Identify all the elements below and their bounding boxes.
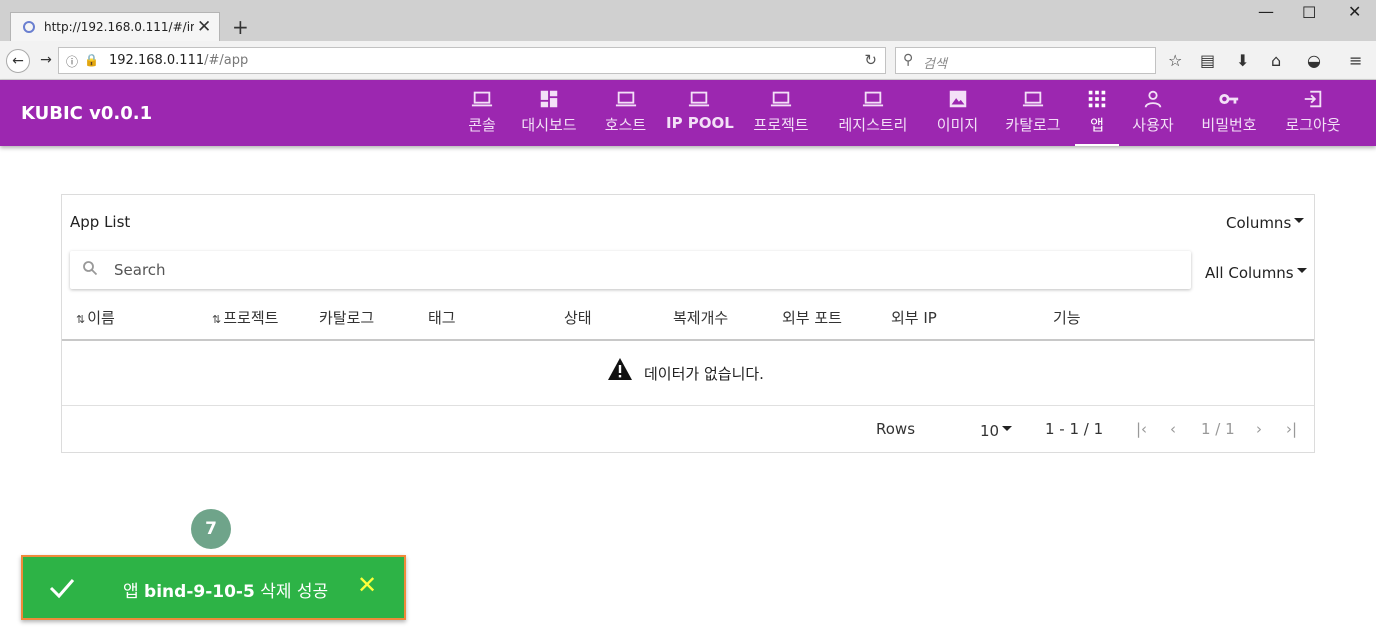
success-toast: 앱 bind-9-10-5 삭제 성공 ✕ bbox=[21, 555, 406, 620]
sort-icon: ⇅ bbox=[212, 313, 222, 326]
check-icon bbox=[49, 579, 75, 599]
search-field[interactable] bbox=[70, 251, 1191, 289]
warning-icon bbox=[608, 358, 632, 380]
first-page-icon[interactable]: |‹ bbox=[1136, 420, 1147, 438]
laptop-icon bbox=[862, 91, 884, 107]
column-header-replicas[interactable]: 복제개수 bbox=[673, 307, 728, 328]
app-brand: KUBIC v0.0.1 bbox=[21, 103, 153, 124]
menu-console[interactable]: 콘솔 bbox=[462, 88, 502, 140]
caret-down-icon bbox=[1294, 218, 1305, 223]
forward-arrow-icon[interactable]: → bbox=[34, 49, 58, 73]
hamburger-menu-icon[interactable]: ≡ bbox=[1349, 51, 1362, 70]
pocket-icon[interactable]: ◒ bbox=[1307, 51, 1321, 70]
search-scope-dropdown[interactable]: All Columns bbox=[1205, 264, 1307, 282]
window-close-icon[interactable]: ✕ bbox=[1348, 2, 1361, 21]
tab-close-icon[interactable]: ✕ bbox=[197, 17, 211, 37]
search-icon bbox=[83, 261, 98, 276]
menu-dashboard[interactable]: 대시보드 bbox=[514, 88, 584, 140]
dashboard-icon bbox=[540, 90, 558, 108]
rows-label: Rows bbox=[876, 420, 916, 438]
browser-search-placeholder: 검색 bbox=[923, 57, 947, 72]
caret-down-icon bbox=[1296, 268, 1307, 273]
home-icon[interactable]: ⌂ bbox=[1271, 51, 1281, 70]
step-badge: 7 bbox=[191, 509, 231, 549]
column-header-external-port[interactable]: 외부 포트 bbox=[782, 307, 842, 328]
page-range: 1 - 1 / 1 bbox=[1045, 420, 1104, 438]
image-icon bbox=[949, 90, 966, 108]
bookmark-star-icon[interactable]: ☆ bbox=[1168, 51, 1182, 70]
browser-navbar: ← → ⓘ 🔒 192.168.0.111/#/app ↻ ⚲ 검색 ☆ ▤ ⬇… bbox=[0, 41, 1376, 80]
column-header-actions[interactable]: 기능 bbox=[1053, 307, 1081, 328]
card-title: App List bbox=[70, 213, 131, 231]
back-arrow-icon[interactable]: ← bbox=[6, 49, 30, 73]
minimize-icon[interactable]: — bbox=[1258, 2, 1274, 21]
column-header-status[interactable]: 상태 bbox=[564, 307, 592, 328]
key-icon bbox=[1219, 93, 1239, 105]
search-icon: ⚲ bbox=[903, 52, 914, 68]
app-header: KUBIC v0.0.1 콘솔 대시보드 호스트 IP POOL 프로젝트 레지… bbox=[0, 80, 1376, 146]
menu-image[interactable]: 이미지 bbox=[930, 88, 985, 140]
screen: http://192.168.0.111/#/imag ✕ + — ☐ ✕ ← … bbox=[0, 0, 1376, 627]
browser-search-box[interactable]: ⚲ 검색 bbox=[895, 47, 1156, 74]
active-tab-underline bbox=[1075, 144, 1119, 146]
column-header-name[interactable]: ⇅ 이름 bbox=[76, 307, 115, 328]
menu-password[interactable]: 비밀번호 bbox=[1193, 88, 1265, 140]
toast-close-icon[interactable]: ✕ bbox=[357, 571, 377, 599]
favicon-icon bbox=[23, 21, 35, 33]
laptop-icon bbox=[615, 91, 636, 107]
column-header-catalog[interactable]: 카탈로그 bbox=[319, 307, 374, 328]
reload-icon[interactable]: ↻ bbox=[864, 51, 877, 69]
column-header-tag[interactable]: 태그 bbox=[428, 307, 456, 328]
menu-host[interactable]: 호스트 bbox=[598, 88, 653, 140]
tab-title: http://192.168.0.111/#/imag bbox=[44, 20, 194, 34]
logout-icon bbox=[1304, 90, 1322, 108]
menu-app[interactable]: 앱 bbox=[1075, 88, 1119, 146]
empty-state-message: 데이터가 없습니다. bbox=[644, 365, 764, 383]
browser-tab-strip: http://192.168.0.111/#/imag ✕ + — ☐ ✕ bbox=[0, 0, 1376, 41]
page-indicator: 1 / 1 bbox=[1201, 420, 1235, 438]
download-icon[interactable]: ⬇ bbox=[1236, 51, 1249, 70]
menu-ip-pool[interactable]: IP POOL bbox=[666, 88, 734, 140]
menu-logout[interactable]: 로그아웃 bbox=[1277, 88, 1349, 140]
columns-dropdown[interactable]: Columns bbox=[1226, 214, 1305, 232]
menu-user[interactable]: 사용자 bbox=[1127, 88, 1179, 140]
laptop-icon bbox=[688, 91, 710, 107]
caret-down-icon bbox=[1002, 426, 1013, 431]
insecure-lock-icon: 🔒 bbox=[84, 53, 99, 67]
person-icon bbox=[1144, 90, 1162, 108]
menu-catalog[interactable]: 카탈로그 bbox=[997, 88, 1069, 140]
site-info-icon[interactable]: ⓘ bbox=[66, 53, 78, 70]
browser-tab[interactable]: http://192.168.0.111/#/imag ✕ bbox=[10, 12, 220, 41]
maximize-icon[interactable]: ☐ bbox=[1302, 3, 1316, 22]
apps-grid-icon bbox=[1088, 90, 1106, 108]
sort-icon: ⇅ bbox=[76, 313, 86, 326]
new-tab-icon[interactable]: + bbox=[232, 15, 249, 39]
menu-project[interactable]: 프로젝트 bbox=[746, 88, 816, 140]
toast-message: 앱 bind-9-10-5 삭제 성공 bbox=[123, 582, 329, 602]
laptop-icon bbox=[770, 91, 792, 107]
app-list-card: App List Columns All Columns ⇅이름 ⇅프로젝트 카… bbox=[61, 194, 1315, 453]
last-page-icon[interactable]: ›| bbox=[1286, 420, 1297, 438]
rows-per-page-select[interactable]: 10 bbox=[980, 422, 1013, 440]
empty-state-row: 데이터가 없습니다. bbox=[62, 341, 1314, 406]
laptop-icon bbox=[471, 91, 493, 107]
search-input[interactable] bbox=[114, 259, 1174, 281]
menu-registry[interactable]: 레지스트리 bbox=[830, 88, 916, 140]
url-text[interactable]: 192.168.0.111/#/app bbox=[109, 53, 248, 68]
laptop-icon bbox=[1022, 91, 1044, 107]
column-header-external-ip[interactable]: 외부 IP bbox=[891, 307, 937, 328]
column-header-project[interactable]: ⇅ 프로젝트 bbox=[212, 307, 278, 328]
next-page-icon[interactable]: › bbox=[1256, 420, 1262, 438]
address-bar[interactable]: ⓘ 🔒 192.168.0.111/#/app ↻ bbox=[58, 47, 886, 74]
prev-page-icon[interactable]: ‹ bbox=[1170, 420, 1176, 438]
reading-list-icon[interactable]: ▤ bbox=[1200, 51, 1215, 70]
